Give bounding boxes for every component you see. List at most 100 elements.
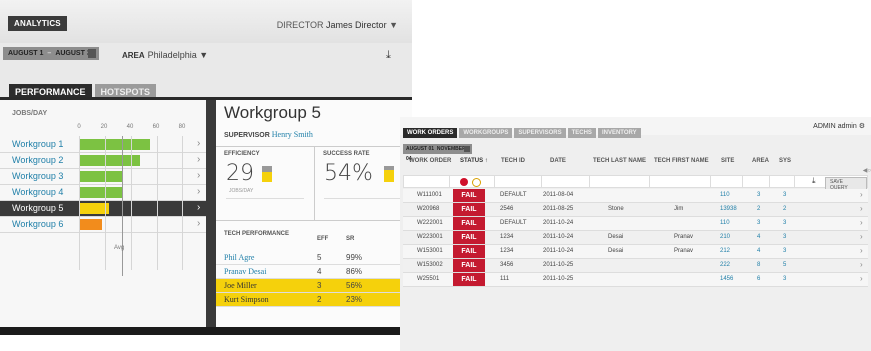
col-date[interactable]: DATE <box>550 158 566 164</box>
table-row[interactable]: W20968 2546 2011-08-25 Stone Jim 13938 2 2 FAIL › <box>403 203 868 217</box>
avg-label: Avg <box>114 245 125 251</box>
col-tech-last-name[interactable]: TECH LAST NAME <box>593 158 646 164</box>
filter-cell[interactable] <box>541 176 542 187</box>
gridline <box>79 136 80 270</box>
cell-sys[interactable]: 3 <box>783 192 786 198</box>
col-site[interactable]: SITE <box>721 158 734 164</box>
filter-cell[interactable] <box>589 176 590 187</box>
calendar-grid-icon <box>88 49 96 58</box>
filter-cell[interactable] <box>742 176 743 187</box>
chevron-right-icon: › <box>860 190 863 199</box>
cell-site[interactable]: 110 <box>720 192 730 198</box>
cell-site[interactable]: 222 <box>720 262 730 268</box>
tech-eff: 2 <box>317 295 322 304</box>
cell-sys[interactable]: 5 <box>783 262 786 268</box>
workgroup-name: Workgroup 4 <box>12 187 64 197</box>
workgroup-detail-card: Workgroup 5 SUPERVISOR Henry Smith EFFICI… <box>216 100 412 330</box>
cell-sys[interactable]: 3 <box>783 276 786 282</box>
cell-area[interactable]: 8 <box>757 262 760 268</box>
cell-wo: W222001 <box>417 220 443 226</box>
status-badge: FAIL <box>453 273 485 286</box>
cell-last: Desai <box>608 234 624 240</box>
cell-area[interactable]: 6 <box>757 276 760 282</box>
cell-sys[interactable]: 2 <box>783 206 786 212</box>
table-row[interactable]: W111001 DEFAULT 2011-08-04 110 3 3 FAIL › <box>403 189 868 203</box>
tech-sr: 86% <box>346 267 363 276</box>
filter-cell[interactable] <box>649 176 650 187</box>
chevron-right-icon: › <box>860 232 863 241</box>
col-area[interactable]: AREA <box>752 158 769 164</box>
success-sparkline <box>324 198 402 209</box>
tech-row[interactable]: Kurt Simpson223%› <box>216 293 412 307</box>
admin-menu[interactable]: ADMIN admin ⚙ <box>813 122 865 130</box>
filter-cell[interactable] <box>794 176 795 187</box>
cell-tech: DEFAULT <box>500 192 527 198</box>
tech-eff: 5 <box>317 253 322 262</box>
supervisor-name[interactable]: Henry Smith <box>272 130 313 139</box>
cell-sys[interactable]: 3 <box>783 248 786 254</box>
cell-site[interactable]: 1456 <box>720 276 733 282</box>
cell-area[interactable]: 4 <box>757 248 760 254</box>
table-row[interactable]: W25501 111 2011-10-25 1456 6 3 FAIL › <box>403 273 868 287</box>
cell-area[interactable]: 3 <box>757 220 760 226</box>
download-icon[interactable]: ⤓ <box>386 49 391 62</box>
tab-supervisors[interactable]: SUPERVISORS <box>514 128 566 138</box>
table-row[interactable]: W153002 3456 2011-10-25 222 8 5 FAIL › <box>403 259 868 273</box>
status-filter-pass[interactable] <box>472 178 481 187</box>
gear-icon[interactable]: ⚙ <box>859 123 865 130</box>
col-work-order[interactable]: WORK ORDER <box>409 158 451 164</box>
sr-column-header[interactable]: SR <box>346 236 354 242</box>
table-row[interactable]: W153001 1234 2011-10-24 Desai Pranav 212 4 3 FAI… <box>403 245 868 259</box>
chevron-right-icon: › <box>197 154 201 165</box>
tab-workgroups[interactable]: WORKGROUPS <box>459 128 513 138</box>
director-menu[interactable]: DIRECTOR James Director ▼ <box>277 20 398 30</box>
col-tech-first-name[interactable]: TECH FIRST NAME <box>654 158 709 164</box>
status-filter-fail[interactable] <box>460 178 468 186</box>
tech-row[interactable]: Pranav Desai486%› <box>216 265 412 279</box>
filter-cell[interactable] <box>710 176 711 187</box>
tech-row[interactable]: Joe Miller356%› <box>216 279 412 293</box>
workgroup-name: Workgroup 5 <box>12 203 64 213</box>
table-row[interactable]: W223001 1234 2011-10-24 Desai Pranav 210 4 3 FAI… <box>403 231 868 245</box>
cell-area[interactable]: 4 <box>757 234 760 240</box>
filter-cell[interactable] <box>449 176 450 187</box>
bottom-bar <box>0 327 412 335</box>
cell-sys[interactable]: 3 <box>783 220 786 226</box>
date-range-picker[interactable]: AUGUST 1– AUGUST 31 <box>3 47 99 60</box>
eff-column-header[interactable]: EFF <box>317 236 328 242</box>
tab-techs[interactable]: TECHS <box>567 128 596 138</box>
gridline <box>182 136 183 270</box>
tab-work-orders[interactable]: WORK ORDERS <box>403 128 458 138</box>
tech-row[interactable]: Phil Agre599%› <box>216 251 412 265</box>
col-tech-id[interactable]: TECH ID <box>501 158 525 164</box>
cell-date: 2011-08-25 <box>543 206 574 212</box>
chevron-right-icon: › <box>860 218 863 227</box>
cell-area[interactable]: 3 <box>757 192 760 198</box>
cell-date: 2011-10-24 <box>543 248 574 254</box>
scroll-handle-icon[interactable]: ◀○ <box>863 167 871 174</box>
filter-cell[interactable] <box>769 176 770 187</box>
cell-site[interactable]: 110 <box>720 220 730 226</box>
cell-site[interactable]: 210 <box>720 234 730 240</box>
area-selector[interactable]: AREA Philadelphia ▼ <box>122 50 208 60</box>
tab-inventory[interactable]: INVENTORY <box>597 128 641 138</box>
filter-cell[interactable] <box>494 176 495 187</box>
chevron-right-icon: › <box>860 246 863 255</box>
cell-site[interactable]: 212 <box>720 248 730 254</box>
cell-last: Stone <box>608 206 624 212</box>
cell-sys[interactable]: 3 <box>783 234 786 240</box>
table-row[interactable]: W222001 DEFAULT 2011-10-24 110 3 3 FAIL › <box>403 217 868 231</box>
download-icon[interactable]: ⤓ <box>812 176 816 186</box>
col-status[interactable]: STATUS ↑ <box>460 158 488 164</box>
axis-tick-label: 40 <box>126 124 134 130</box>
caret-down-icon: ▼ <box>389 20 398 30</box>
tech-eff: 3 <box>317 281 322 290</box>
analytics-tab[interactable]: ANALYTICS <box>8 16 67 31</box>
cell-tech: 3456 <box>500 262 514 268</box>
cell-site[interactable]: 13938 <box>720 206 737 212</box>
col-sys[interactable]: SYS <box>779 158 791 164</box>
cell-area[interactable]: 2 <box>757 206 760 212</box>
status-badge: FAIL <box>453 259 485 272</box>
date-range-picker[interactable]: AUGUST 01 NOVEMBER 04 <box>403 144 472 162</box>
jobs-axis: 0 20 40 60 80 <box>0 124 206 134</box>
